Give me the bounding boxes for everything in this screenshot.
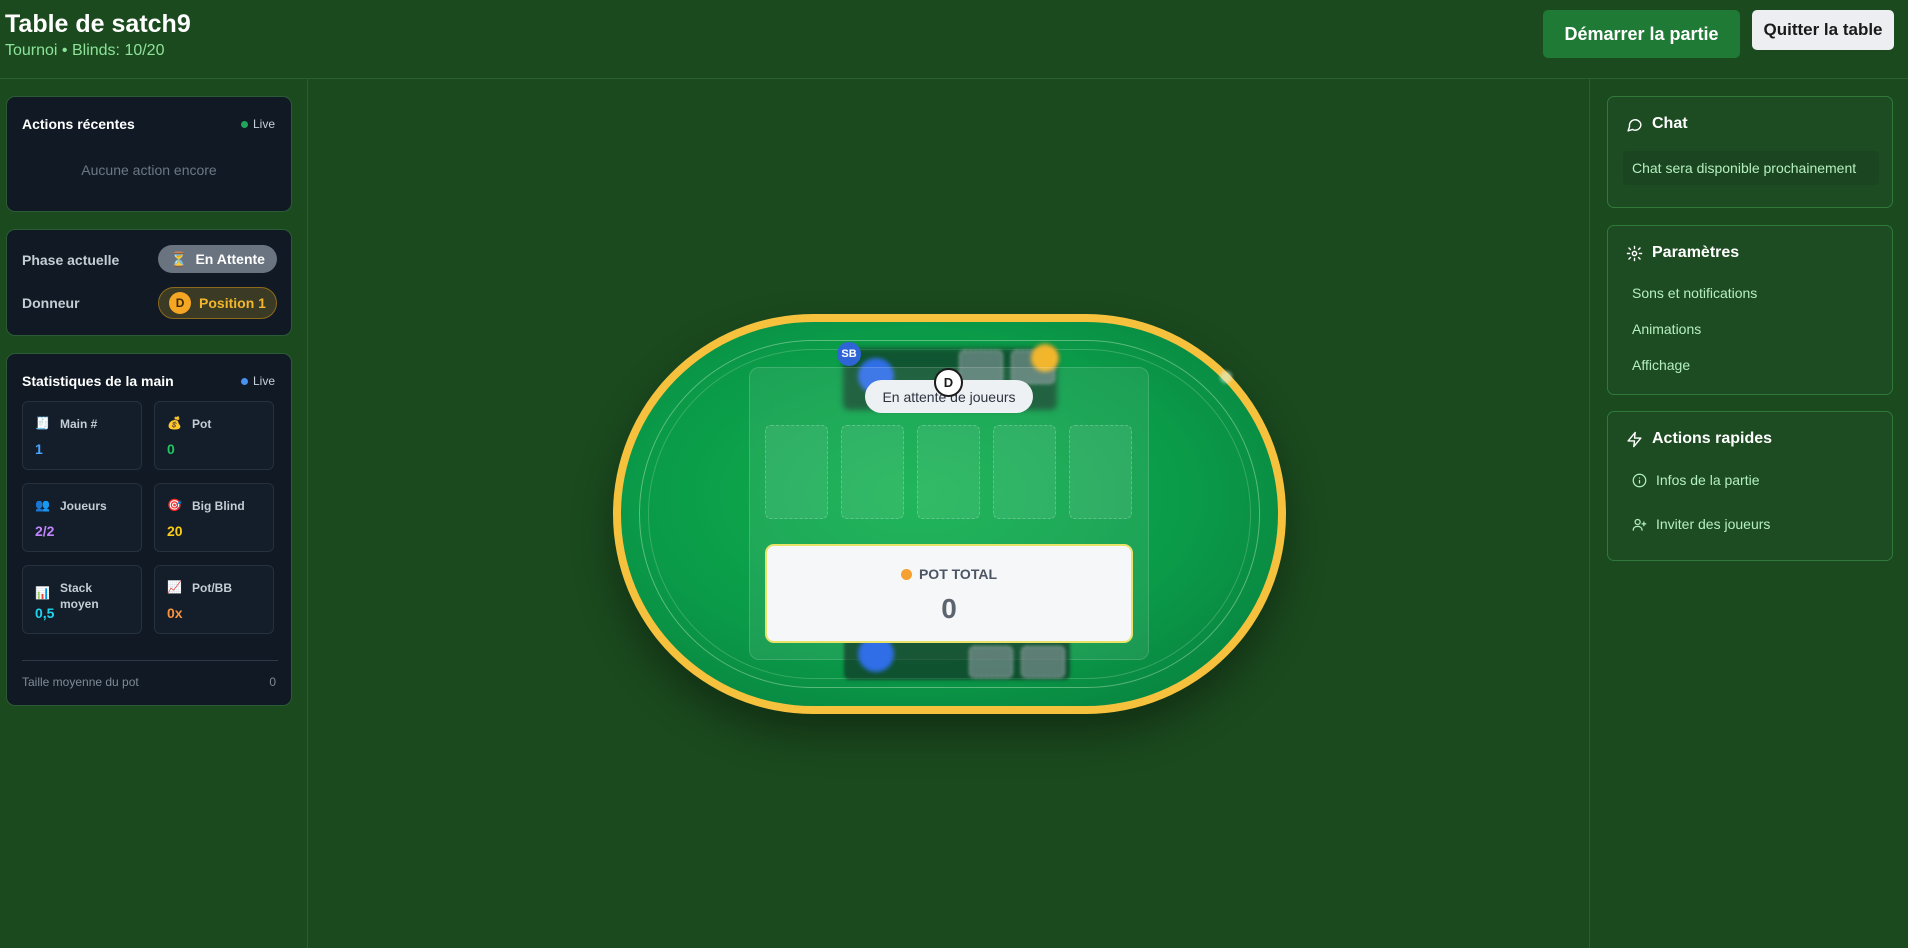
chat-title: Chat <box>1652 115 1688 132</box>
player-card <box>969 646 1013 678</box>
community-card-slot <box>993 425 1056 519</box>
community-card-slot <box>765 425 828 519</box>
stat-pot-bb: 📈 Pot/BB 0x <box>154 565 274 634</box>
live-label: Live <box>252 117 275 131</box>
stat-pot: 💰 Pot 0 <box>154 401 274 470</box>
stat-label: Stack moyen <box>60 581 99 611</box>
invite-players-label: Inviter des joueurs <box>1656 516 1771 532</box>
trend-chart-icon: 📈 <box>167 580 182 594</box>
stat-big-blind: 🎯 Big Blind 20 <box>154 483 274 552</box>
chat-placeholder-message: Chat sera disponible prochainement <box>1623 151 1879 185</box>
stat-avg-stack: 📊 Stack moyen 0,5 <box>22 565 142 634</box>
dealer-button: D <box>934 368 963 397</box>
stat-label: Joueurs <box>60 499 107 513</box>
stat-label: Main # <box>60 417 98 431</box>
user-plus-icon <box>1632 518 1647 531</box>
quick-actions-header: Actions rapides <box>1626 430 1772 448</box>
live-indicator: Live <box>240 374 275 388</box>
info-icon <box>1632 473 1647 487</box>
stat-label: Pot/BB <box>192 581 232 595</box>
pot-label: POT TOTAL <box>918 566 998 582</box>
stat-value: 1 <box>35 441 43 457</box>
page-subtitle: Tournoi • Blinds: 10/20 <box>5 42 165 59</box>
lightning-icon <box>1627 431 1642 447</box>
gear-icon <box>1626 245 1643 261</box>
hand-stats-panel: Statistiques de la main Live 🧾 Main # 1 … <box>6 353 292 706</box>
stat-value: 20 <box>167 523 183 539</box>
game-info-link[interactable]: Infos de la partie <box>1632 472 1760 488</box>
live-indicator: Live <box>240 117 275 131</box>
live-label: Live <box>252 374 275 388</box>
live-dot-icon <box>240 377 248 385</box>
quit-table-button[interactable]: Quitter la table <box>1752 10 1894 50</box>
stat-value: 0x <box>167 605 183 621</box>
page-icon: 🧾 <box>35 416 50 430</box>
dealer-coin-icon: D <box>169 292 192 314</box>
player-card <box>1021 646 1065 678</box>
dealer-badge: D Position 1 <box>158 287 277 319</box>
chat-header: Chat <box>1626 115 1688 133</box>
phase-panel: Phase actuelle ⏳ En Attente Donneur D Po… <box>6 229 292 336</box>
dealer-label: Donneur <box>22 295 80 311</box>
stat-label: Pot <box>192 417 212 431</box>
chat-panel: Chat Chat sera disponible prochainement <box>1607 96 1893 208</box>
community-card-slot <box>841 425 904 519</box>
users-icon: 👥 <box>35 498 50 512</box>
small-blind-badge: SB <box>837 342 861 366</box>
top-header: Table de satch9 Tournoi • Blinds: 10/20 … <box>0 0 1908 79</box>
stat-hand-number: 🧾 Main # 1 <box>22 401 142 470</box>
divider <box>22 660 278 661</box>
avg-pot-label: Taille moyenne du pot <box>22 675 139 689</box>
stat-value: 0 <box>167 441 175 457</box>
live-dot-icon <box>240 120 248 128</box>
right-sidebar: Chat Chat sera disponible prochainement … <box>1589 79 1908 948</box>
stat-label: Big Blind <box>192 499 245 513</box>
bar-chart-icon: 📊 <box>35 586 50 600</box>
target-icon: 🎯 <box>167 498 182 512</box>
chat-bubble-icon <box>1627 118 1642 132</box>
hand-stats-title: Statistiques de la main <box>22 373 174 389</box>
settings-sound-notifications[interactable]: Sons et notifications <box>1632 285 1757 301</box>
recent-actions-title: Actions récentes <box>22 116 135 132</box>
seat-marker <box>1220 371 1232 383</box>
community-card-slot <box>1069 425 1132 519</box>
phase-badge: ⏳ En Attente <box>158 245 277 273</box>
dealer-value: Position 1 <box>199 295 266 311</box>
start-game-button[interactable]: Démarrer la partie <box>1543 10 1740 58</box>
settings-panel: Paramètres Sons et notifications Animati… <box>1607 225 1893 395</box>
settings-display[interactable]: Affichage <box>1632 357 1690 373</box>
settings-animations[interactable]: Animations <box>1632 321 1701 337</box>
quick-actions-panel: Actions rapides Infos de la partie Invit… <box>1607 411 1893 561</box>
settings-header: Paramètres <box>1626 244 1739 262</box>
stat-value: 0,5 <box>35 605 55 621</box>
page-title: Table de satch9 <box>5 10 191 38</box>
avg-pot-value: 0 <box>269 675 276 689</box>
community-card-slot <box>917 425 980 519</box>
game-info-label: Infos de la partie <box>1656 472 1760 488</box>
left-sidebar: Actions récentes Live Aucune action enco… <box>0 79 308 948</box>
stat-players: 👥 Joueurs 2/2 <box>22 483 142 552</box>
invite-players-link[interactable]: Inviter des joueurs <box>1632 516 1770 532</box>
money-bag-icon: 💰 <box>167 416 182 430</box>
pot-value: 0 <box>941 593 957 624</box>
quick-actions-title: Actions rapides <box>1652 430 1773 447</box>
recent-actions-panel: Actions récentes Live Aucune action enco… <box>6 96 292 212</box>
hourglass-icon: ⏳ <box>170 250 188 267</box>
phase-label: Phase actuelle <box>22 252 120 268</box>
pot-display: POT TOTAL 0 <box>765 544 1133 643</box>
empty-actions-message: Aucune action encore <box>81 162 217 178</box>
phase-value: En Attente <box>195 251 265 267</box>
stat-value: 2/2 <box>35 523 55 539</box>
settings-title: Paramètres <box>1652 244 1740 261</box>
pot-chip-icon <box>900 568 912 580</box>
pot-label-row: POT TOTAL <box>767 566 1131 582</box>
